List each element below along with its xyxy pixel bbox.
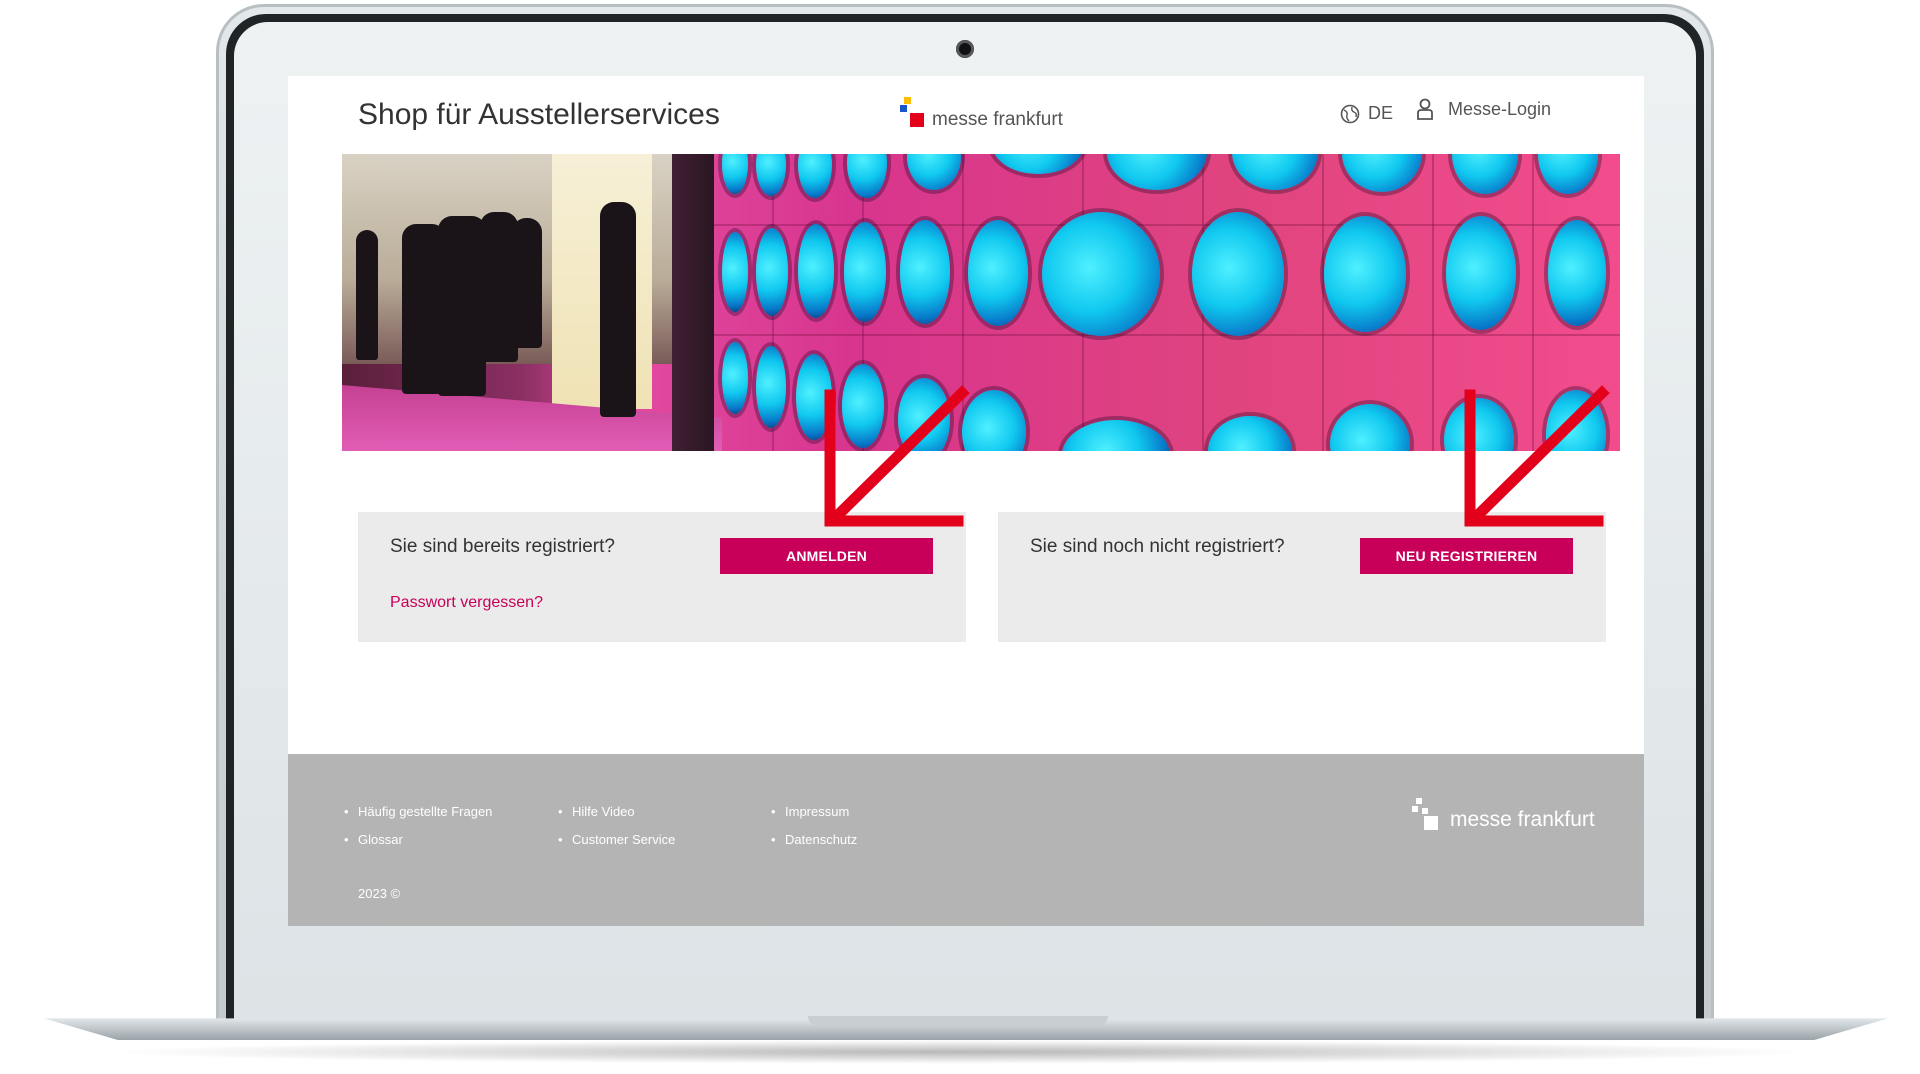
forgot-password-link[interactable]: Passwort vergessen? bbox=[390, 594, 543, 612]
annotation-arrow-register bbox=[1464, 385, 1610, 527]
footer-logo[interactable]: messe frankfurt bbox=[1412, 798, 1595, 834]
messe-frankfurt-logo[interactable]: messe frankfurt bbox=[900, 93, 1063, 133]
banner-pillar bbox=[672, 154, 714, 451]
footer-link-faq[interactable]: Häufig gestellte Fragen bbox=[344, 798, 492, 826]
footer-link-customer-service[interactable]: Customer Service bbox=[558, 826, 675, 854]
footer-links-col-3: Impressum Datenschutz bbox=[771, 798, 857, 854]
user-icon bbox=[1417, 98, 1433, 120]
footer-link-privacy[interactable]: Datenschutz bbox=[771, 826, 857, 854]
footer-logo-text: messe frankfurt bbox=[1450, 808, 1595, 831]
banner-person bbox=[438, 216, 486, 396]
login-card: Sie sind bereits registriert? ANMELDEN P… bbox=[358, 512, 966, 642]
banner-person bbox=[600, 202, 636, 417]
hero-banner-image bbox=[342, 154, 1620, 451]
banner-person bbox=[512, 218, 542, 348]
page-title: Shop für Ausstellerservices bbox=[358, 98, 720, 131]
login-button[interactable]: ANMELDEN bbox=[720, 538, 933, 574]
globe-icon bbox=[1340, 104, 1360, 123]
register-card: Sie sind noch nicht registriert? NEU REG… bbox=[998, 512, 1606, 642]
logo-text: messe frankfurt bbox=[932, 109, 1063, 130]
footer-link-imprint[interactable]: Impressum bbox=[771, 798, 857, 826]
site-header: Shop für Ausstellerservices messe frankf… bbox=[288, 76, 1644, 154]
footer-logo-mark-icon bbox=[1412, 798, 1442, 834]
messe-login-button[interactable]: Messe-Login bbox=[1416, 98, 1551, 120]
laptop-notch bbox=[808, 1016, 1108, 1026]
footer-links-col-2: Hilfe Video Customer Service bbox=[558, 798, 675, 854]
laptop-shadow bbox=[100, 1040, 1820, 1064]
language-switcher[interactable]: DE bbox=[1340, 103, 1393, 124]
language-label: DE bbox=[1368, 103, 1394, 123]
site-footer: Häufig gestellte Fragen Glossar Hilfe Vi… bbox=[288, 754, 1644, 926]
footer-copyright: 2023 © bbox=[358, 886, 401, 901]
footer-link-glossary[interactable]: Glossar bbox=[344, 826, 492, 854]
annotation-arrow-login bbox=[824, 385, 970, 527]
registered-question: Sie sind bereits registriert? bbox=[390, 536, 615, 557]
register-button[interactable]: NEU REGISTRIEREN bbox=[1360, 538, 1573, 574]
footer-link-help-video[interactable]: Hilfe Video bbox=[558, 798, 675, 826]
banner-person bbox=[356, 230, 378, 360]
not-registered-question: Sie sind noch nicht registriert? bbox=[1030, 536, 1285, 557]
webcam-icon bbox=[956, 40, 974, 58]
login-label: Messe-Login bbox=[1448, 98, 1552, 119]
footer-links-col-1: Häufig gestellte Fragen Glossar bbox=[344, 798, 492, 854]
logo-mark-icon bbox=[900, 97, 926, 133]
